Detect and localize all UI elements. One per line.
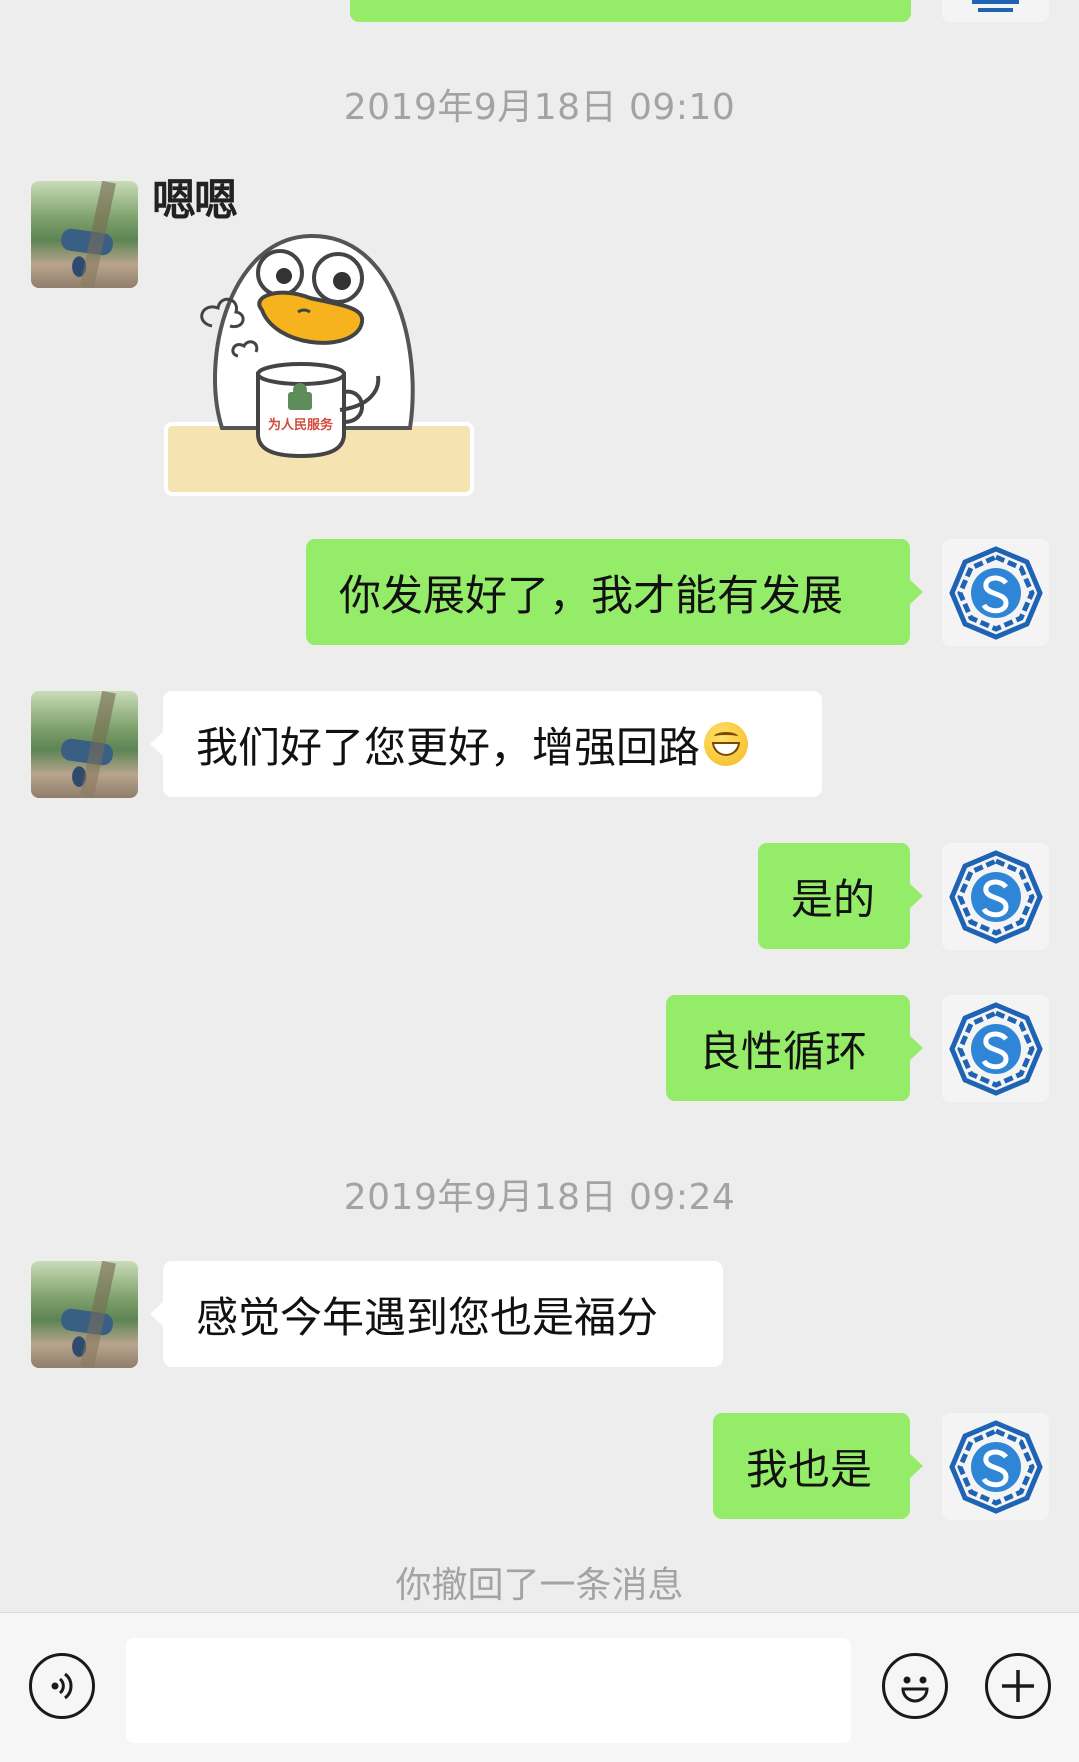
message-text: 感觉今年遇到您也是福分	[196, 1292, 659, 1342]
sticker-mug-text: 为人民服务	[268, 418, 334, 433]
more-button[interactable]	[985, 1653, 1051, 1719]
my-avatar[interactable]	[942, 539, 1049, 646]
taiji-logo-icon	[948, 1001, 1043, 1096]
message-text: 良性循环	[699, 1026, 868, 1076]
message-bubble-partial[interactable]	[350, 0, 911, 22]
my-message-bubble[interactable]: 是的	[758, 843, 923, 949]
contact-avatar[interactable]	[31, 1261, 138, 1368]
my-message-bubble[interactable]: 我也是	[713, 1413, 923, 1519]
timestamp: 2019年9月18日 09:10	[343, 87, 736, 128]
emoji-button[interactable]	[882, 1653, 948, 1719]
grin-emoji-icon	[704, 722, 749, 766]
taiji-logo-icon	[972, 0, 1019, 12]
my-avatar[interactable]	[942, 1413, 1049, 1520]
recall-notice: 你撤回了一条消息	[395, 1565, 684, 1606]
my-message-bubble[interactable]: 你发展好了，我才能有发展	[306, 539, 923, 645]
message-text: 是的	[791, 874, 876, 924]
my-message-bubble[interactable]: 良性循环	[666, 995, 923, 1101]
contact-message-bubble[interactable]: 我们好了您更好，增强回路	[150, 691, 822, 797]
message-input[interactable]	[126, 1638, 851, 1743]
sticker-label: 嗯嗯	[152, 175, 238, 226]
voice-button[interactable]	[29, 1653, 95, 1719]
my-avatar-partial[interactable]	[942, 0, 1049, 22]
chat-area[interactable]: 2019年9月18日 09:10 嗯嗯 为人民服务 你发展好了，我才能有发展 我…	[0, 0, 1079, 1612]
contact-avatar[interactable]	[31, 691, 138, 798]
taiji-logo-icon	[948, 849, 1043, 944]
emoji-icon	[901, 1676, 929, 1703]
contact-avatar[interactable]	[31, 181, 138, 288]
duck-sticker[interactable]: 嗯嗯 为人民服务	[152, 175, 480, 498]
input-bar	[0, 1612, 1079, 1762]
message-text: 你发展好了，我才能有发展	[339, 570, 844, 620]
taiji-logo-icon	[948, 1419, 1043, 1514]
plus-icon	[1002, 1670, 1034, 1702]
timestamp: 2019年9月18日 09:24	[343, 1177, 736, 1218]
taiji-logo-icon	[948, 545, 1043, 640]
message-text: 我也是	[746, 1444, 873, 1494]
contact-message-bubble[interactable]: 感觉今年遇到您也是福分	[150, 1261, 723, 1367]
message-text: 我们好了您更好，增强回路	[196, 722, 701, 772]
voice-icon	[51, 1672, 73, 1700]
my-avatar[interactable]	[942, 995, 1049, 1102]
my-avatar[interactable]	[942, 843, 1049, 950]
